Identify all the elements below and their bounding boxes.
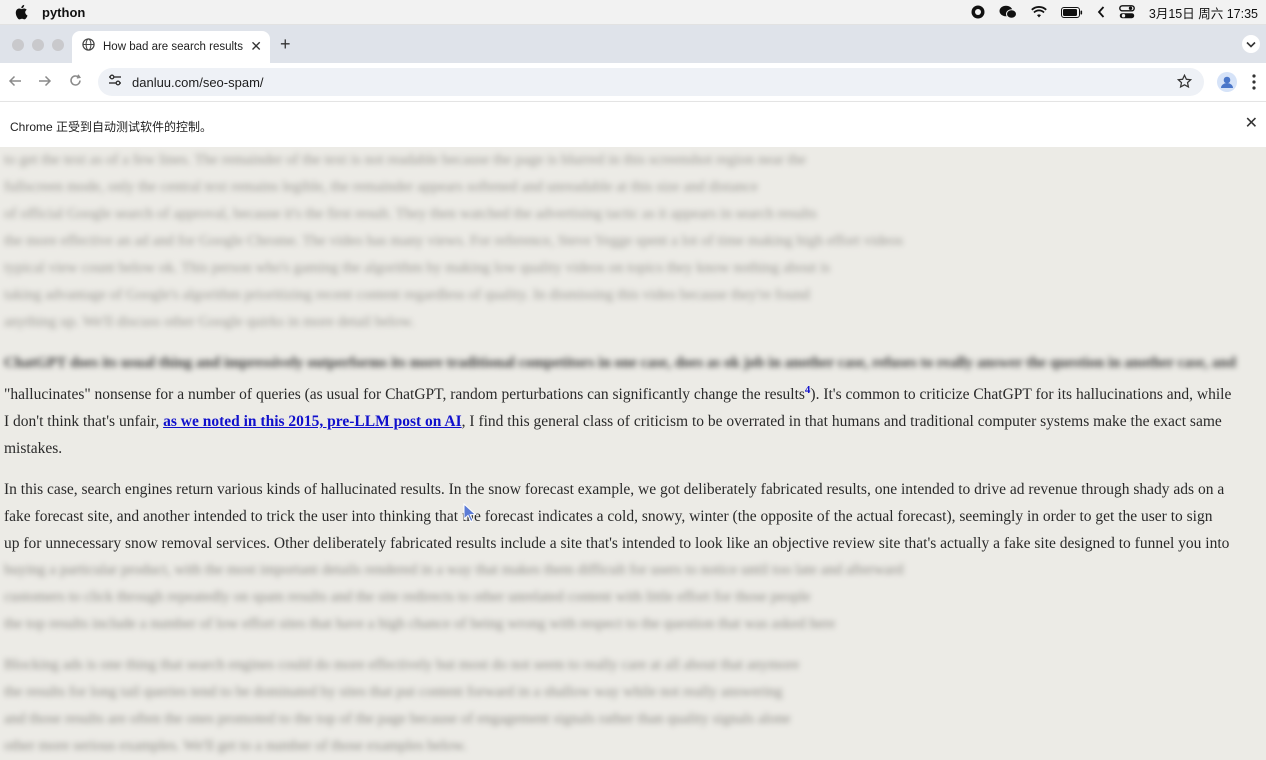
paragraph-hallucinations: "hallucinates" nonsense for a number of …	[0, 377, 1266, 462]
page-content: to get the text as of a few lines. The r…	[0, 147, 1266, 760]
reload-icon[interactable]	[69, 74, 82, 91]
text-line: up for unnecessary snow removal services…	[4, 535, 1230, 553]
record-icon[interactable]	[971, 5, 985, 19]
blurred-lead-line: ChatGPT does its usual thing and impress…	[4, 355, 1236, 371]
app-name[interactable]: python	[42, 5, 85, 20]
blurred-line: Blocking ads is one thing that search en…	[4, 657, 800, 674]
text-line: In this case, search engines return vari…	[4, 481, 1225, 499]
tab-close-icon[interactable]: ✕	[250, 39, 262, 53]
tab-search-button[interactable]	[1242, 35, 1260, 53]
new-tab-button[interactable]: +	[280, 34, 291, 55]
address-bar[interactable]: danluu.com/seo-spam/	[98, 68, 1204, 96]
bookmark-star-icon[interactable]	[1176, 73, 1193, 94]
blurred-line: and those results are often the ones pro…	[4, 711, 791, 728]
window-controls	[12, 39, 64, 51]
menu-bar: python 3月15日 周六 17:35	[0, 0, 1266, 25]
active-tab[interactable]: How bad are search results? | ✕	[72, 31, 270, 63]
back-arrow-icon[interactable]	[8, 74, 22, 91]
site-info-icon[interactable]	[108, 73, 122, 91]
apple-icon[interactable]	[14, 4, 28, 20]
infobar-close-icon[interactable]: ✕	[1245, 113, 1258, 133]
close-window-button[interactable]	[12, 39, 24, 51]
tab-strip: How bad are search results? | ✕ +	[0, 25, 1266, 63]
blurred-line: anything up. We'll discuss other Google …	[4, 314, 415, 330]
text-line: mistakes.	[4, 440, 63, 458]
chevron-left-icon[interactable]	[1097, 6, 1105, 18]
text-span: ). It's common to criticize ChatGPT for …	[810, 386, 1232, 404]
wifi-icon[interactable]	[1031, 6, 1047, 18]
browser-menu-icon[interactable]	[1252, 74, 1256, 95]
text-line: fake forecast site, and another intended…	[4, 508, 1213, 526]
infobar-message: Chrome 正受到自动测试软件的控制。	[10, 120, 213, 134]
url-text[interactable]: danluu.com/seo-spam/	[132, 75, 264, 90]
text-span: "hallucinates" nonsense for a number of …	[4, 386, 805, 404]
blurred-line: buying a particular product, with the mo…	[4, 562, 904, 579]
control-center-icon[interactable]	[1119, 5, 1135, 19]
blurred-line: other more serious examples. We'll get t…	[4, 738, 467, 755]
tab-title: How bad are search results? |	[103, 41, 243, 53]
zoom-window-button[interactable]	[52, 39, 64, 51]
blurred-line: fullscreen mode, only the central text r…	[4, 179, 758, 195]
browser-toolbar: danluu.com/seo-spam/	[0, 63, 1266, 101]
blurred-line: customers to click through repeatedly on…	[4, 589, 811, 606]
globe-icon	[82, 38, 95, 56]
blurred-line: of official Google search of approval, b…	[4, 206, 817, 222]
blurred-line: typical view count below ok. This person…	[4, 260, 831, 276]
menubar-clock[interactable]: 3月15日 周六 17:35	[1149, 3, 1258, 22]
blurred-paragraph-bottom: buying a particular product, with the mo…	[0, 557, 1266, 760]
paragraph-search-hallucinations: In this case, search engines return vari…	[0, 476, 1266, 557]
minimize-window-button[interactable]	[32, 39, 44, 51]
blurred-paragraph-top: to get the text as of a few lines. The r…	[0, 147, 1266, 336]
mouse-pointer-icon	[463, 502, 477, 528]
automation-infobar: Chrome 正受到自动测试软件的控制。 ✕	[0, 101, 1266, 148]
blurred-line: the more effective an ad and for Google …	[4, 233, 903, 249]
blurred-line: the top results include a number of low …	[4, 616, 836, 633]
text-span: I don't think that's unfair,	[4, 413, 164, 431]
blurred-line: the results for long tail queries tend t…	[4, 684, 783, 701]
text-line: "hallucinates" nonsense for a number of …	[4, 377, 1262, 408]
text-span: , I find this general class of criticism…	[461, 413, 1222, 431]
wechat-icon[interactable]	[999, 5, 1017, 19]
chevron-down-icon	[1246, 41, 1256, 48]
blurred-line: to get the text as of a few lines. The r…	[4, 152, 806, 168]
battery-icon[interactable]	[1060, 6, 1083, 18]
profile-avatar-icon[interactable]	[1217, 72, 1237, 92]
forward-arrow-icon[interactable]	[38, 74, 52, 91]
text-line: I don't think that's unfair, as we noted…	[4, 408, 1262, 435]
pre-llm-post-link[interactable]: as we noted in this 2015, pre-LLM post o…	[163, 413, 462, 430]
blurred-line: taking advantage of Google's algorithm p…	[4, 287, 810, 303]
